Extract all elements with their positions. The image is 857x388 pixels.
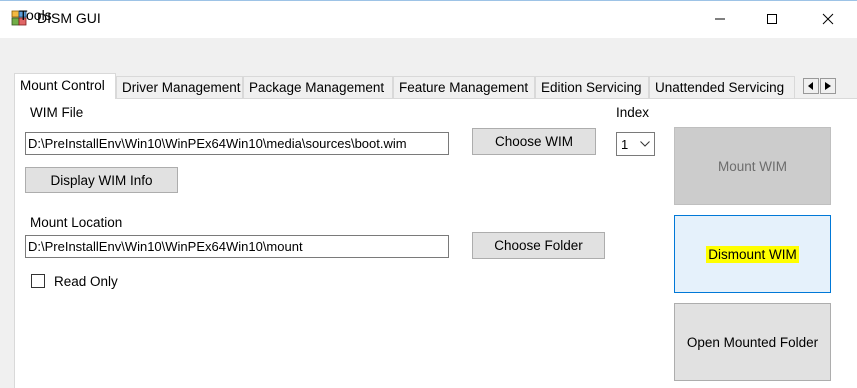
- read-only-checkbox[interactable]: [31, 274, 45, 288]
- close-icon: [822, 13, 834, 25]
- chevron-down-icon: [640, 141, 650, 147]
- maximize-button[interactable]: [749, 0, 795, 38]
- wim-file-label: WIM File: [30, 105, 84, 120]
- mount-location-input[interactable]: D:\PreInstallEnv\Win10\WinPEx64Win10\mou…: [25, 235, 449, 258]
- menu-bar: [0, 38, 857, 68]
- choose-folder-button[interactable]: Choose Folder: [472, 232, 605, 259]
- tab-driver-management[interactable]: Driver Management: [116, 76, 243, 98]
- tab-mount-control[interactable]: Mount Control: [14, 73, 116, 99]
- tab-package-management[interactable]: Package Management: [243, 76, 393, 98]
- index-label: Index: [616, 105, 650, 120]
- display-wim-info-button[interactable]: Display WIM Info: [25, 167, 178, 193]
- close-button[interactable]: [805, 0, 851, 38]
- tab-edition-servicing[interactable]: Edition Servicing: [535, 76, 649, 98]
- maximize-icon: [767, 14, 777, 24]
- mount-location-label: Mount Location: [30, 215, 123, 230]
- open-mounted-folder-button[interactable]: Open Mounted Folder: [674, 303, 831, 381]
- mount-wim-button[interactable]: Mount WIM: [674, 127, 831, 205]
- arrow-left-icon: [808, 82, 813, 90]
- read-only-label[interactable]: Read Only: [54, 274, 118, 289]
- choose-wim-button[interactable]: Choose WIM: [472, 128, 596, 155]
- arrow-right-icon: [825, 82, 831, 90]
- dismount-wim-label: Dismount WIM: [706, 245, 799, 263]
- dismount-wim-button[interactable]: Dismount WIM: [674, 215, 831, 293]
- tab-scroll-left-button[interactable]: [803, 78, 819, 94]
- wim-file-input[interactable]: D:\PreInstallEnv\Win10\WinPEx64Win10\med…: [25, 132, 449, 155]
- tab-unattended-servicing[interactable]: Unattended Servicing: [649, 76, 795, 98]
- index-dropdown[interactable]: 1: [616, 132, 655, 156]
- menu-tools[interactable]: Tools: [19, 7, 52, 23]
- index-value: 1: [621, 136, 629, 152]
- tab-scroll-right-button[interactable]: [820, 78, 836, 94]
- minimize-icon: [715, 18, 725, 20]
- tab-feature-management[interactable]: Feature Management: [393, 76, 535, 98]
- minimize-button[interactable]: [697, 0, 743, 38]
